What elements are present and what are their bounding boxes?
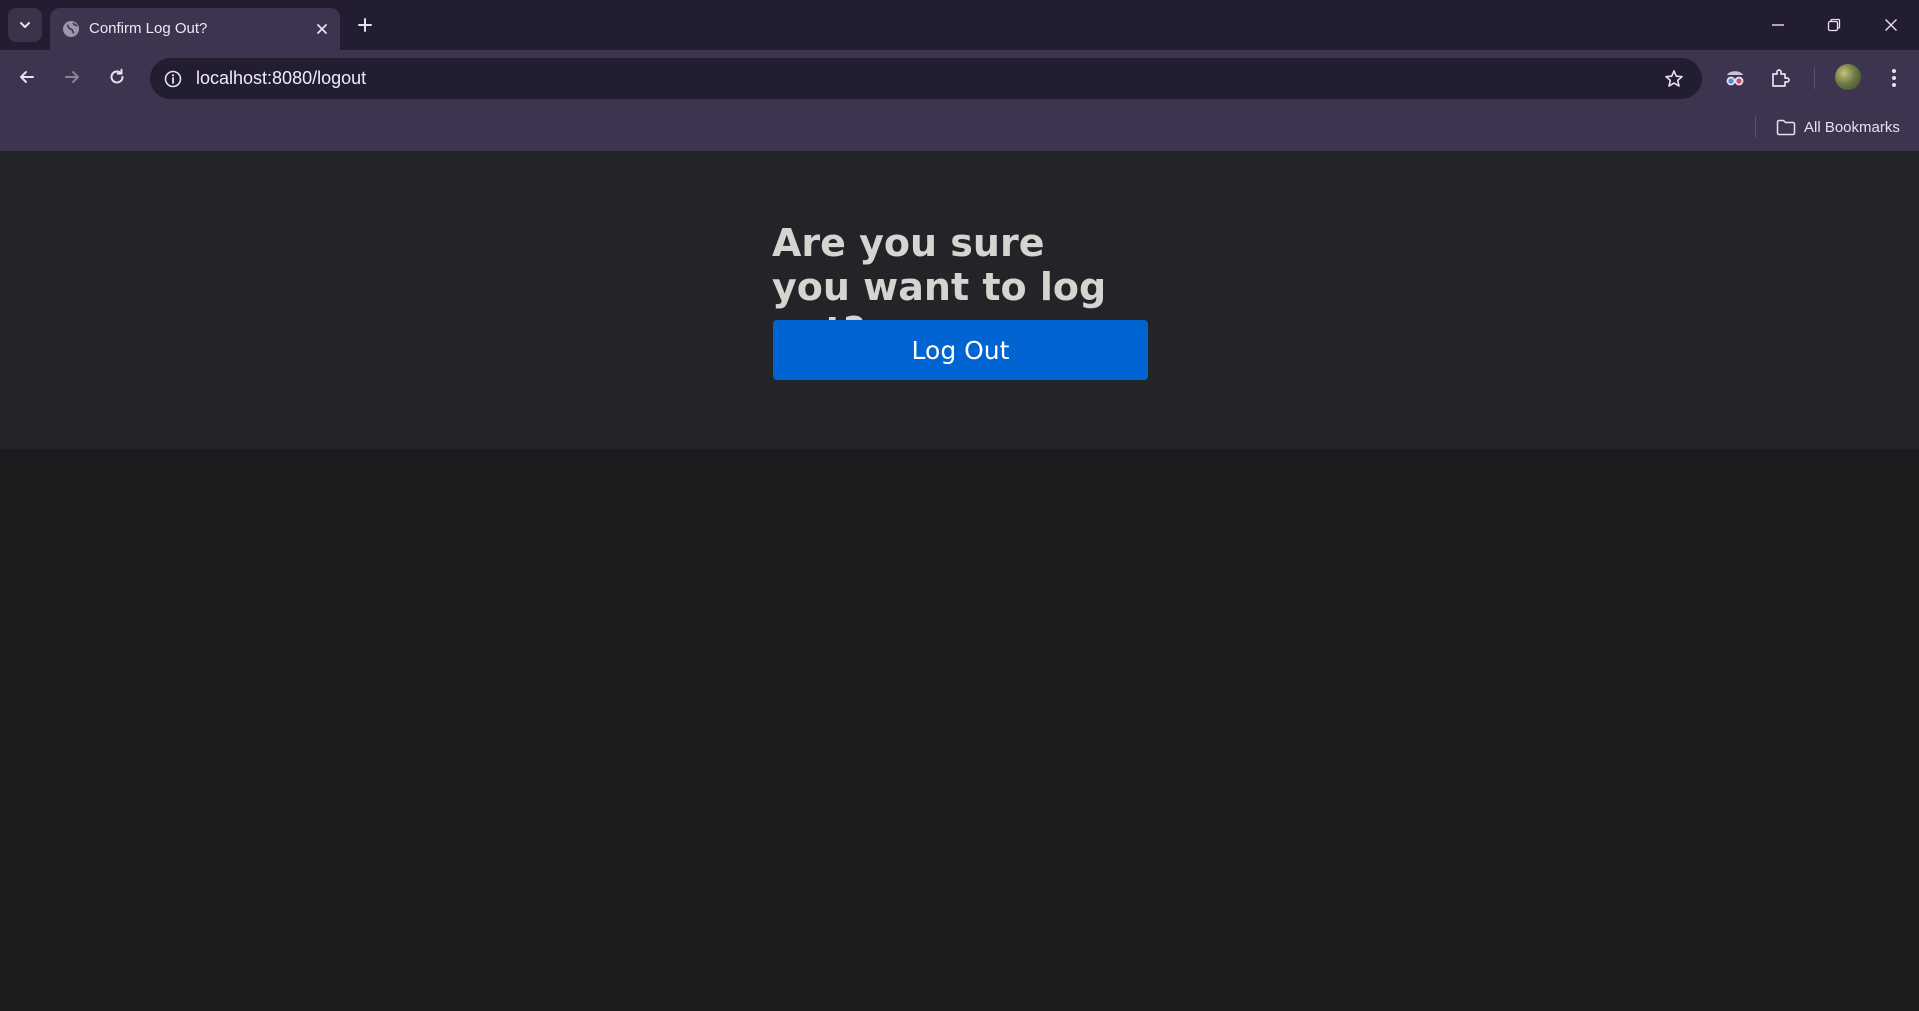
new-tab-button[interactable]	[352, 12, 378, 38]
star-icon	[1665, 70, 1683, 87]
plus-icon	[358, 18, 372, 32]
tab-title: Confirm Log Out?	[89, 20, 208, 37]
restore-button[interactable]	[1821, 12, 1847, 38]
close-icon	[317, 24, 327, 34]
bookmark-star-button[interactable]	[1662, 67, 1686, 91]
extensions-button[interactable]	[1766, 63, 1796, 93]
arrow-right-icon	[65, 71, 79, 83]
reload-icon	[110, 68, 124, 84]
url-text: localhost:8080/logout	[196, 68, 367, 88]
minimize-icon	[1772, 24, 1784, 26]
browser-toolbar: localhost:8080/logout	[0, 50, 1919, 104]
globe-icon	[63, 21, 79, 37]
spy-glasses-icon	[1726, 71, 1744, 86]
browser-menu-button[interactable]	[1879, 63, 1909, 93]
profile-avatar[interactable]	[1835, 64, 1861, 90]
logout-confirm-panel: Are you sure you want to log out? Log Ou…	[0, 151, 1919, 449]
all-bookmarks-button[interactable]: All Bookmarks	[1776, 114, 1900, 140]
active-tab[interactable]: Confirm Log Out?	[50, 8, 340, 50]
tab-close-button[interactable]	[312, 19, 332, 39]
minimize-button[interactable]	[1765, 12, 1791, 38]
site-info-button[interactable]	[162, 68, 184, 90]
browser-tab-strip: Confirm Log Out?	[0, 0, 1919, 50]
close-window-button[interactable]	[1878, 12, 1904, 38]
folder-icon	[1776, 119, 1796, 135]
reload-button[interactable]	[103, 63, 131, 91]
log-out-button[interactable]: Log Out	[773, 320, 1148, 380]
forward-button[interactable]	[58, 63, 86, 91]
toolbar-divider	[1814, 67, 1815, 89]
bookmarks-divider	[1755, 116, 1756, 138]
back-button[interactable]	[13, 63, 41, 91]
bookmarks-bar: All Bookmarks	[0, 104, 1919, 151]
page-content: Are you sure you want to log out? Log Ou…	[0, 151, 1919, 1011]
tab-search-button[interactable]	[8, 8, 42, 42]
restore-icon	[1827, 18, 1841, 32]
more-vertical-icon	[1892, 69, 1896, 87]
address-bar[interactable]: localhost:8080/logout	[150, 58, 1702, 99]
close-icon	[1885, 19, 1897, 31]
info-icon	[164, 70, 182, 88]
arrow-left-icon	[20, 71, 34, 83]
incognito-extension-button[interactable]	[1720, 63, 1750, 93]
chevron-down-icon	[20, 22, 30, 28]
puzzle-piece-icon	[1772, 69, 1790, 87]
all-bookmarks-label: All Bookmarks	[1804, 118, 1900, 136]
